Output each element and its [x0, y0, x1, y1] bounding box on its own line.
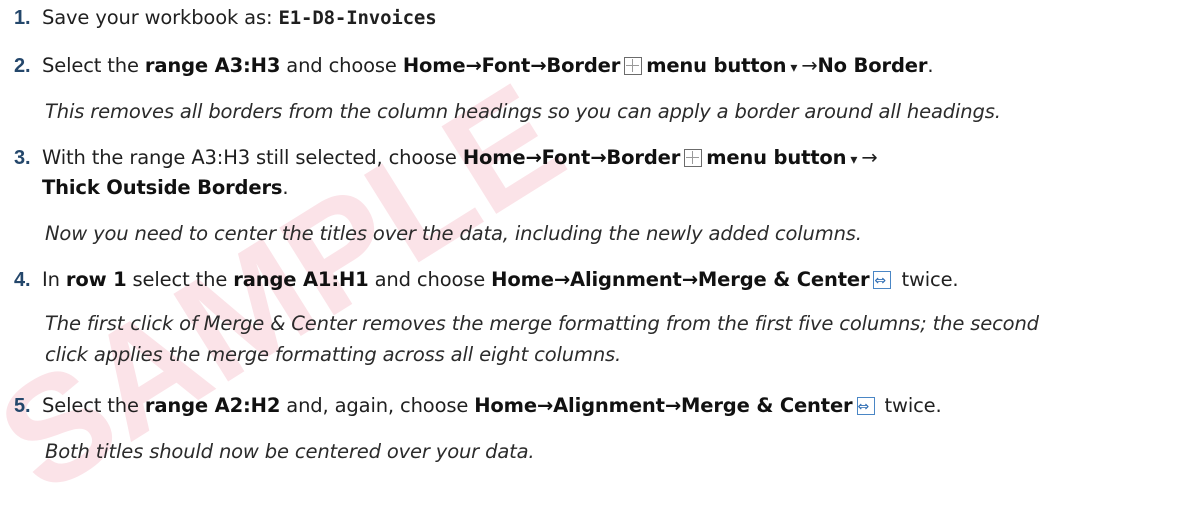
filename: E1-D8-Invoices	[278, 7, 437, 29]
step-4-note-line1: The first click of Merge & Center remove…	[45, 312, 1039, 335]
border-icon	[684, 149, 703, 167]
step-3: 3. With the range A3:H3 still selected, c…	[14, 144, 1180, 174]
step-text: and choose	[368, 268, 492, 291]
command-path: Home→Alignment→Merge & Center	[474, 394, 853, 417]
step-text: Select the	[42, 394, 145, 417]
step-end: twice.	[878, 394, 942, 417]
menu-option: No Border	[817, 54, 928, 77]
menu-button-label: menu button	[706, 146, 847, 169]
step-2: 2. Select the range A3:H3 and choose Home…	[14, 52, 1180, 82]
merge-center-icon	[856, 393, 875, 421]
step-5-note: Both titles should now be centered over …	[45, 440, 535, 463]
step-5: 5. Select the range A2:H2 and, again, cho…	[14, 392, 1180, 421]
range-label: range A3:H3	[144, 54, 281, 77]
range-label: range A2:H2	[144, 394, 281, 417]
step-3-note: Now you need to center the titles over t…	[45, 222, 862, 245]
border-icon	[624, 57, 643, 75]
period: .	[927, 54, 934, 77]
step-text: select the	[126, 268, 234, 291]
step-number: 2.	[14, 55, 31, 77]
step-text: Select the	[42, 54, 145, 77]
range-label: range A1:H1	[233, 268, 369, 291]
step-3-line2: Thick Outside Borders.	[42, 174, 1180, 202]
step-number: 1.	[14, 7, 31, 29]
step-text: With the range A3:H3 still selected, cho…	[42, 146, 463, 169]
menu-button-label: menu button	[646, 54, 787, 77]
command-path: Home→Font→Border	[462, 146, 681, 169]
step-4: 4. In row 1 select the range A1:H1 and ch…	[14, 266, 1180, 295]
period: .	[282, 176, 289, 199]
dropdown-arrow-icon: ▾	[790, 60, 798, 76]
step-text: Save your workbook as:	[42, 6, 279, 29]
arrow: →	[861, 146, 878, 169]
step-text: and choose	[280, 54, 403, 77]
step-number: 5.	[14, 395, 31, 417]
step-number: 3.	[14, 147, 31, 169]
menu-option: Thick Outside Borders	[42, 176, 283, 199]
step-text: and, again, choose	[280, 394, 475, 417]
step-end: twice.	[895, 268, 959, 291]
step-1: 1. Save your workbook as: E1-D8-Invoices	[14, 4, 1180, 32]
command-path: Home→Font→Border	[402, 54, 621, 77]
step-4-note-line2: click applies the merge formatting acros…	[45, 343, 622, 366]
step-2-note: This removes all borders from the column…	[45, 100, 1001, 123]
arrow: →	[801, 54, 818, 77]
step-text: In	[42, 268, 66, 291]
dropdown-arrow-icon: ▾	[850, 152, 858, 168]
command-path: Home→Alignment→Merge & Center	[491, 268, 870, 291]
row-label: row 1	[65, 268, 127, 291]
merge-center-icon	[873, 267, 892, 295]
step-number: 4.	[14, 269, 31, 291]
